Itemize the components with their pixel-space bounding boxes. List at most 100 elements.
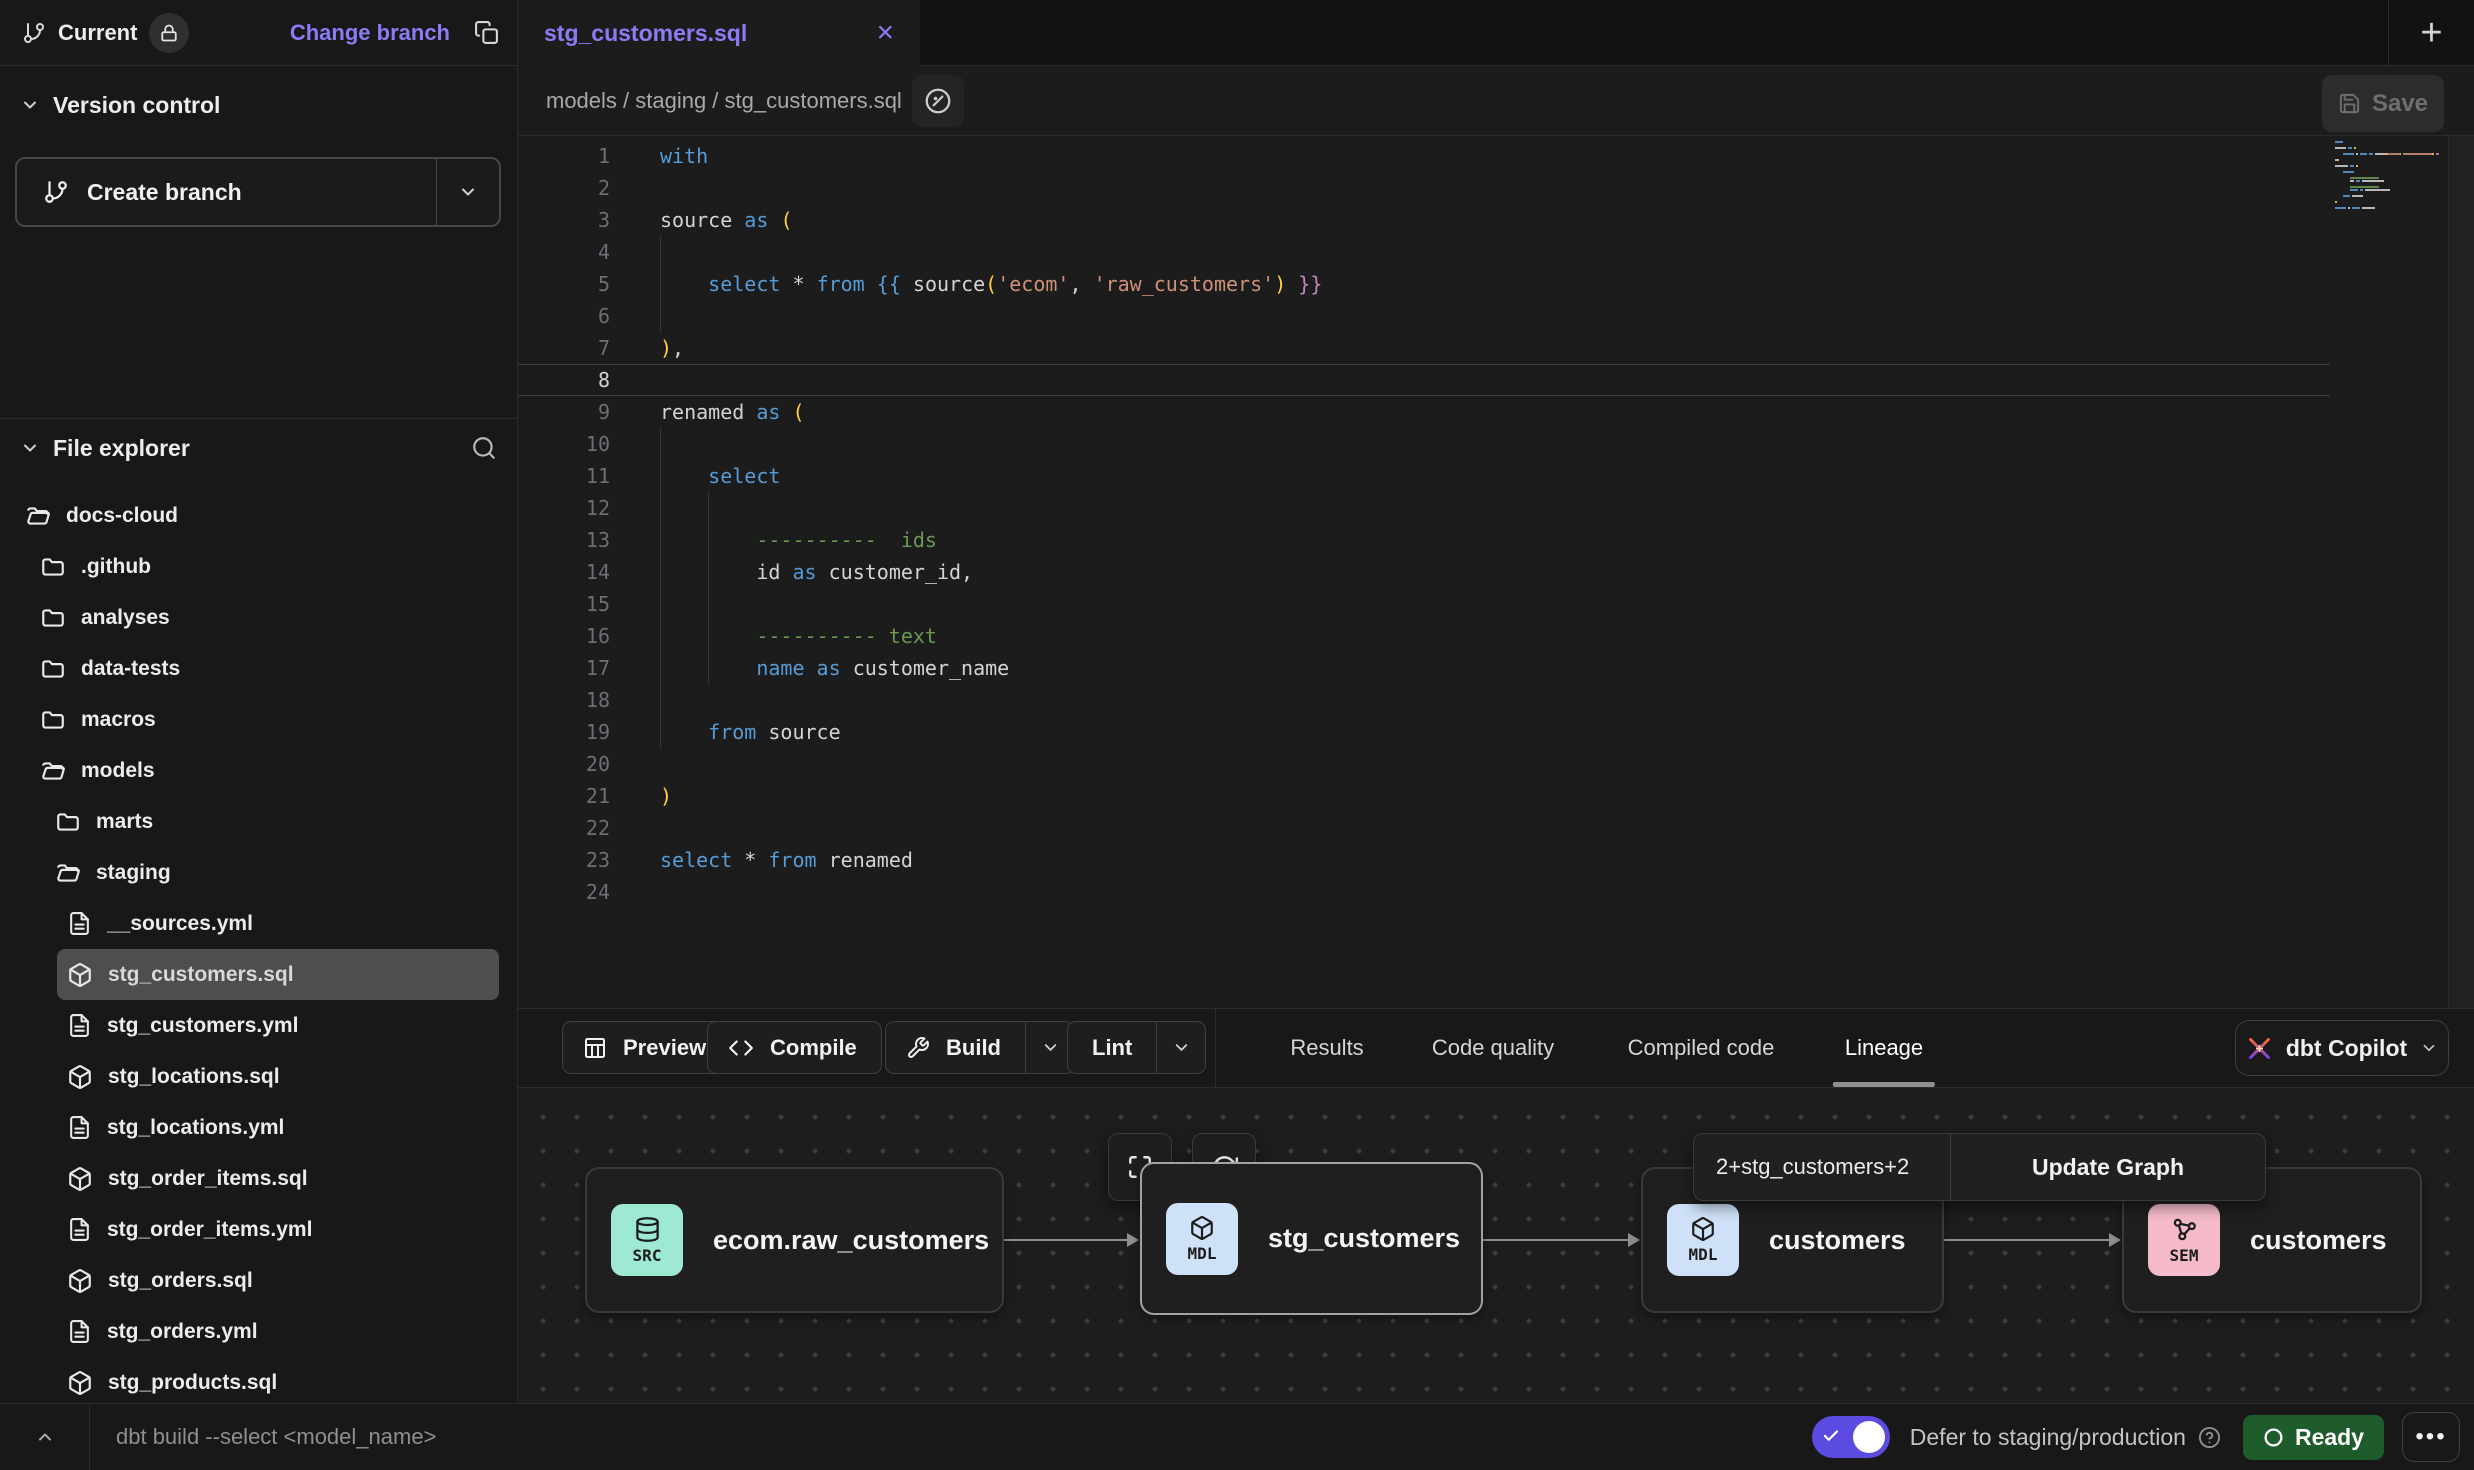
tree-item-stg-customers-yml[interactable]: stg_customers.yml: [57, 1000, 499, 1051]
doc-icon: [67, 1319, 92, 1344]
node-badge-sem: SEM: [2148, 1204, 2220, 1276]
tree-item-stg-order-items-yml[interactable]: stg_order_items.yml: [57, 1204, 499, 1255]
folder-icon: [40, 554, 66, 580]
defer-toggle[interactable]: [1812, 1416, 1890, 1458]
preview-label: Preview: [619, 1035, 710, 1061]
tree-item-label: docs-cloud: [66, 504, 178, 528]
save-label: Save: [2372, 90, 2428, 118]
code-line-22: [518, 812, 2448, 844]
git-branch-icon: [43, 179, 69, 205]
file-search-icon[interactable]: [471, 435, 497, 461]
node-label: stg_customers: [1268, 1223, 1460, 1254]
tab-close-icon[interactable]: ×: [876, 18, 894, 48]
tree-item-stg-orders-yml[interactable]: stg_orders.yml: [57, 1306, 499, 1357]
check-icon: [1822, 1427, 1840, 1445]
tree-item-docs-cloud[interactable]: docs-cloud: [15, 490, 499, 541]
cube-icon: [1189, 1215, 1215, 1241]
chevron-up-icon: [35, 1427, 55, 1447]
lineage-panel[interactable]: SRCecom.raw_customersMDLstg_customersMDL…: [518, 1088, 2474, 1403]
lineage-selector-input[interactable]: 2+stg_customers+2: [1694, 1134, 1950, 1200]
tab-lineage[interactable]: Lineage: [1845, 1009, 1923, 1087]
tab-code-quality[interactable]: Code quality: [1432, 1009, 1554, 1087]
copilot-label: dbt Copilot: [2286, 1035, 2407, 1062]
lineage-edge: [1004, 1239, 1136, 1241]
tab-compiled-code[interactable]: Compiled code: [1628, 1009, 1775, 1087]
plus-icon: +: [2420, 12, 2442, 55]
tab-title: stg_customers.sql: [544, 20, 747, 47]
create-branch-dropdown[interactable]: [436, 159, 499, 225]
tree-item-label: stg_locations.sql: [108, 1065, 280, 1089]
cube-icon: [67, 962, 93, 988]
tree-item-macros[interactable]: macros: [30, 694, 499, 745]
chevron-down-icon: [20, 438, 40, 458]
version-control-header[interactable]: Version control: [0, 80, 517, 130]
tree-item-stg-locations-yml[interactable]: stg_locations.yml: [57, 1102, 499, 1153]
tree-item-label: staging: [96, 861, 171, 885]
compile-button[interactable]: Compile: [707, 1021, 882, 1074]
cube-icon: [1690, 1216, 1716, 1242]
chevron-down-icon: [1041, 1038, 1060, 1057]
change-branch-link[interactable]: Change branch: [290, 20, 450, 46]
lineage-node-stg-customers[interactable]: MDLstg_customers: [1140, 1162, 1483, 1315]
wrench-icon: [906, 1036, 930, 1060]
build-button[interactable]: Build: [885, 1021, 1075, 1074]
tree-item--sources-yml[interactable]: __sources.yml: [57, 898, 499, 949]
code-line-2: [518, 172, 2448, 204]
tree-item-label: stg_order_items.yml: [107, 1218, 312, 1242]
code-line-18: [518, 684, 2448, 716]
tree-item-marts[interactable]: marts: [45, 796, 499, 847]
create-branch-button[interactable]: Create branch: [15, 157, 501, 227]
node-badge-mdl: MDL: [1667, 1204, 1739, 1276]
tree-item-stg-order-items-sql[interactable]: stg_order_items.sql: [57, 1153, 499, 1204]
tree-item-label: data-tests: [81, 657, 180, 681]
tree-item-label: stg_orders.yml: [107, 1320, 258, 1344]
code-line-17: name as customer_name: [518, 652, 2448, 684]
dbt-cloud-ide: Current Change branch Version control Cr…: [0, 0, 2474, 1470]
git-branch-icon: [22, 21, 46, 45]
folder-open-icon: [25, 503, 51, 529]
save-button[interactable]: Save: [2322, 75, 2444, 132]
code-line-11: select: [518, 460, 2448, 492]
lineage-node-ecom-raw-customers[interactable]: SRCecom.raw_customers: [585, 1167, 1004, 1313]
tree-item--github[interactable]: .github: [30, 541, 499, 592]
copy-branch-icon[interactable]: [474, 20, 499, 45]
help-icon[interactable]: [2198, 1426, 2221, 1449]
ide-status-badge[interactable]: Ready: [2243, 1415, 2384, 1460]
code-line-9: renamed as (: [518, 396, 2448, 428]
dbt-copilot-button[interactable]: dbt Copilot: [2235, 1020, 2449, 1076]
copilot-inline-icon[interactable]: [912, 75, 964, 127]
file-explorer-label: File explorer: [53, 435, 190, 462]
new-tab-button[interactable]: +: [2388, 0, 2474, 66]
code-line-3: source as (: [518, 204, 2448, 236]
editor-scrollbar[interactable]: [2448, 136, 2474, 1008]
command-input[interactable]: dbt build --select <model_name>: [116, 1424, 436, 1450]
tree-item-stg-locations-sql[interactable]: stg_locations.sql: [57, 1051, 499, 1102]
tree-item-data-tests[interactable]: data-tests: [30, 643, 499, 694]
preview-button[interactable]: Preview: [562, 1021, 731, 1074]
lint-dropdown[interactable]: [1156, 1022, 1205, 1073]
tab-stg-customers-sql[interactable]: stg_customers.sql ×: [518, 0, 920, 66]
tree-item-staging[interactable]: staging: [45, 847, 499, 898]
toolbar-divider: [1215, 1009, 1216, 1087]
tree-item-stg-products-sql[interactable]: stg_products.sql: [57, 1357, 499, 1403]
compile-label: Compile: [766, 1035, 861, 1061]
folder-open-icon: [55, 860, 81, 886]
tree-item-label: stg_products.sql: [108, 1371, 277, 1395]
code-editor[interactable]: 123456789101112131415161718192021222324 …: [518, 136, 2474, 1008]
tree-item-analyses[interactable]: analyses: [30, 592, 499, 643]
tree-item-models[interactable]: models: [30, 745, 499, 796]
file-explorer-header[interactable]: File explorer: [0, 418, 517, 477]
code-line-24: [518, 876, 2448, 908]
tab-results[interactable]: Results: [1290, 1009, 1363, 1087]
minimap[interactable]: [2335, 141, 2449, 213]
command-bar-expand-button[interactable]: [0, 1404, 90, 1470]
tree-item-stg-orders-sql[interactable]: stg_orders.sql: [57, 1255, 499, 1306]
version-control-label: Version control: [53, 92, 220, 119]
update-graph-button[interactable]: Update Graph: [1950, 1134, 2265, 1200]
tree-item-stg-customers-sql[interactable]: stg_customers.sql: [57, 949, 499, 1000]
lock-icon: [160, 24, 178, 42]
tree-item-label: stg_customers.yml: [107, 1014, 298, 1038]
lint-button[interactable]: Lint: [1067, 1021, 1206, 1074]
code-lines: withsource as ( select * from {{ source(…: [518, 140, 2448, 908]
more-options-button[interactable]: •••: [2402, 1412, 2460, 1462]
